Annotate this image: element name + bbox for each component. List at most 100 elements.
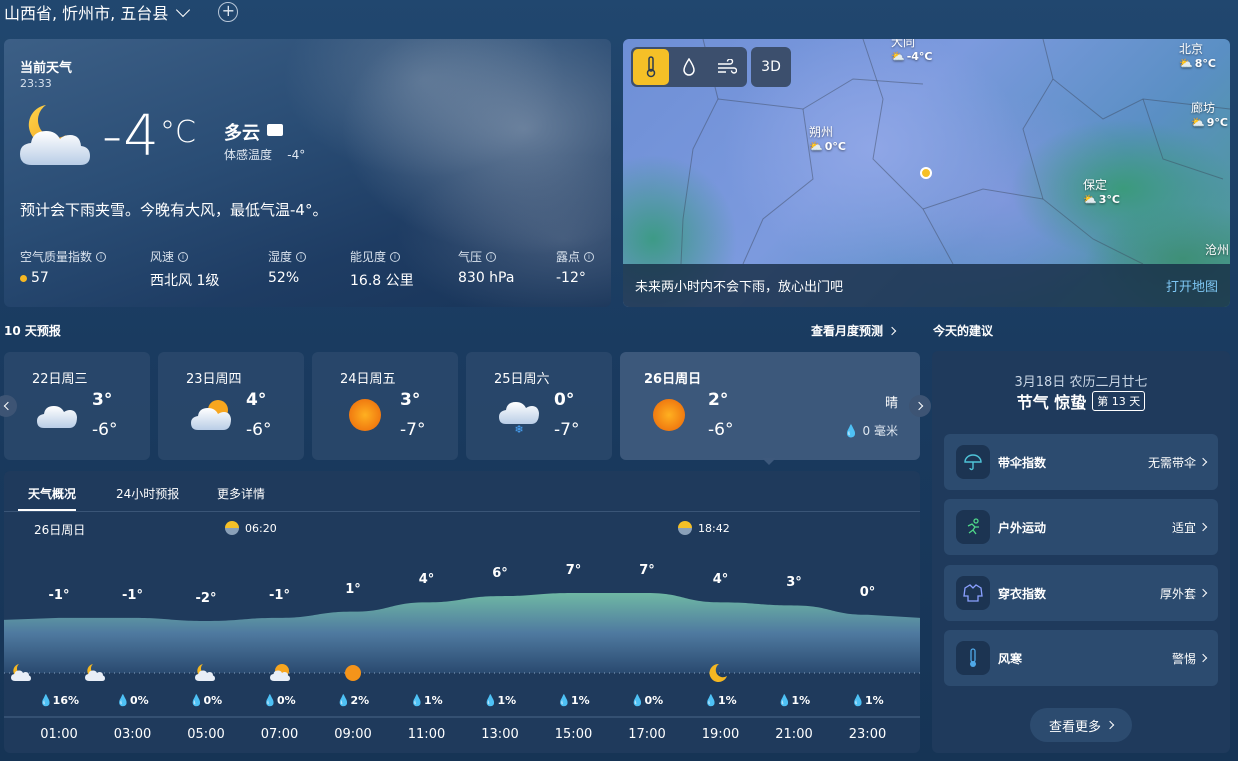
advice-clothing[interactable]: 穿衣指数 厚外套 — [944, 565, 1218, 621]
partly-sunny-icon — [191, 400, 231, 430]
hour-time: 15:00 — [554, 727, 593, 742]
see-more-label: 查看更多 — [1048, 719, 1101, 735]
current-stats: 空气质量指数 i 57 风速 i 西北风 1级 湿度 i 52% 能见度 i 16.8 … — [20, 248, 606, 290]
weather-map[interactable]: 3D 大同 ⛅ -4°C 北京 ⛅ 8°C 廊坊 ⛅ 9°C 朔州 ⛅ 0°C 保定 ⛅… — [623, 39, 1230, 307]
3d-toggle-button[interactable]: 3D — [751, 47, 791, 87]
info-icon[interactable]: i — [390, 251, 401, 262]
day-name: 26日周日 — [644, 372, 702, 387]
hour-rain-chance: 💧0% — [630, 694, 664, 707]
thermometer-icon — [956, 641, 990, 675]
weather-summary: 预计会下雨夹雪。今晚有大风，最低气温-4°。 — [20, 201, 328, 219]
day-name: 23日周四 — [186, 372, 242, 387]
day-card[interactable]: 23日周四 4° -6° — [158, 352, 304, 460]
stat-wind[interactable]: 风速 i 西北风 1级 — [150, 248, 268, 290]
open-map-link[interactable]: 打开地图 — [1166, 276, 1218, 295]
info-icon[interactable]: i — [296, 251, 307, 262]
map-footer: 未来两小时内不会下雨，放心出门吧 打开地图 — [623, 264, 1230, 307]
info-icon[interactable]: i — [486, 251, 497, 262]
temperature-unit: °C — [160, 115, 196, 150]
stat-pressure[interactable]: 气压 i 830 hPa — [458, 248, 556, 290]
current-condition: 多云 — [224, 123, 260, 144]
hour-time: 21:00 — [775, 727, 813, 742]
advice-panel: 3月18日 农历二月廿七 节气 惊蛰第 13 天 带伞指数 无需带伞 户外运动 … — [932, 351, 1230, 753]
snow-icon: ❄ — [499, 402, 539, 434]
add-location-icon[interactable]: + — [218, 2, 239, 22]
solar-term-name: 节气 惊蛰 — [1016, 393, 1087, 412]
wind-icon — [718, 59, 737, 74]
chevron-right-icon — [1198, 522, 1208, 532]
info-icon[interactable]: i — [584, 251, 595, 262]
city-temp: 9°C — [1206, 116, 1228, 129]
map-city-datong[interactable]: 大同 ⛅ -4°C — [891, 39, 933, 63]
day-card[interactable]: 22日周三 3° -6° — [4, 352, 150, 460]
current-temperature: -4 — [102, 104, 160, 169]
day-card-selected[interactable]: 26日周日 2° -6° 晴 💧 0 毫米 — [620, 352, 920, 460]
sunny-icon — [342, 662, 364, 684]
location-selector[interactable]: 山西省, 忻州市, 五台县 — [4, 0, 168, 24]
advice-outdoor[interactable]: 户外运动 适宜 — [944, 499, 1218, 555]
day-card[interactable]: 25日周六 ❄ 0° -7° — [466, 352, 612, 460]
partly-cloudy-icon: ⛅ — [1179, 57, 1193, 70]
advice-name: 带伞指数 — [998, 455, 1047, 470]
hour-time: 11:00 — [407, 727, 446, 742]
hour-time: 19:00 — [701, 727, 740, 742]
cloudy-night-icon — [20, 105, 90, 165]
day-name: 25日周六 — [494, 372, 550, 387]
location-pin-icon[interactable] — [920, 167, 932, 179]
chevron-right-icon — [1198, 457, 1208, 467]
stat-humidity[interactable]: 湿度 i 52% — [268, 248, 350, 290]
stat-visibility[interactable]: 能见度 i 16.8 公里 — [350, 248, 458, 290]
lunar-date: 3月18日 农历二月廿七 — [1014, 375, 1148, 390]
hour-rain-chance: 💧1% — [851, 694, 884, 707]
map-city-langfang[interactable]: 廊坊 ⛅ 9°C — [1191, 99, 1228, 129]
droplet-icon — [683, 58, 695, 76]
advice-value: 警惕 — [1171, 650, 1208, 667]
feels-like: 体感温度 -4° — [224, 146, 305, 163]
map-city-shuozhou[interactable]: 朔州 ⛅ 0°C — [809, 123, 846, 153]
hour-rain-chance: 💧16% — [38, 694, 80, 707]
chevron-right-icon — [1198, 653, 1208, 663]
advice-windchill[interactable]: 风寒 警惕 — [944, 630, 1218, 686]
current-label: 当前天气 — [20, 61, 73, 76]
solar-term-day: 第 13 天 — [1092, 391, 1146, 411]
hour-rain-chance: 💧1% — [557, 694, 590, 707]
advice-value-text: 警惕 — [1171, 651, 1196, 666]
city-temp: 3°C — [1098, 193, 1120, 206]
message-icon[interactable] — [267, 124, 283, 136]
advice-value: 适宜 — [1172, 519, 1208, 536]
map-city-cangzhou[interactable]: 沧州 — [1205, 241, 1229, 258]
partly-cloudy-icon: ⛅ — [1191, 116, 1205, 129]
wind-layer-button[interactable] — [709, 49, 745, 85]
hour-rain-chance: 💧1% — [483, 694, 517, 707]
chevron-left-icon — [3, 401, 12, 411]
info-icon[interactable]: i — [96, 251, 107, 262]
map-city-beijing[interactable]: 北京 ⛅ 8°C — [1179, 40, 1216, 70]
map-toolbar: 3D — [631, 47, 791, 87]
day-card[interactable]: 24日周五 3° -7° — [312, 352, 458, 460]
advice-title: 今天的建议 — [933, 324, 994, 338]
hour-temp: 4° — [712, 572, 729, 588]
stat-aqi[interactable]: 空气质量指数 i 57 — [20, 248, 150, 290]
stat-label: 气压 — [458, 250, 483, 264]
cloudy-night-icon — [84, 662, 106, 684]
info-icon[interactable]: i — [178, 251, 189, 262]
monthly-forecast-link[interactable]: 查看月度预测 — [811, 322, 897, 339]
see-more-button[interactable]: 查看更多 — [1030, 708, 1132, 742]
temperature-layer-button[interactable] — [633, 49, 669, 85]
day-condition: 晴 — [884, 396, 898, 411]
cloudy-night-icon — [194, 662, 216, 684]
hour-temp: 6° — [492, 566, 508, 582]
temperature-area — [4, 593, 920, 673]
hour-rain-chance: 💧0% — [263, 694, 296, 707]
precipitation-layer-button[interactable] — [671, 49, 707, 85]
stat-dewpoint[interactable]: 露点 i -12° — [556, 248, 606, 290]
map-city-baoding[interactable]: 保定 ⛅ 3°C — [1083, 176, 1120, 206]
next-day-button[interactable] — [909, 395, 931, 417]
current-time: 23:33 — [20, 77, 52, 90]
solar-term: 节气 惊蛰第 13 天 — [932, 389, 1230, 413]
stat-value: 57 — [31, 270, 49, 286]
hour-temp: 3° — [786, 575, 802, 591]
chevron-down-icon[interactable] — [176, 2, 191, 18]
hour-rain-chance: 💧1% — [704, 694, 737, 707]
advice-umbrella[interactable]: 带伞指数 无需带伞 — [944, 434, 1218, 490]
